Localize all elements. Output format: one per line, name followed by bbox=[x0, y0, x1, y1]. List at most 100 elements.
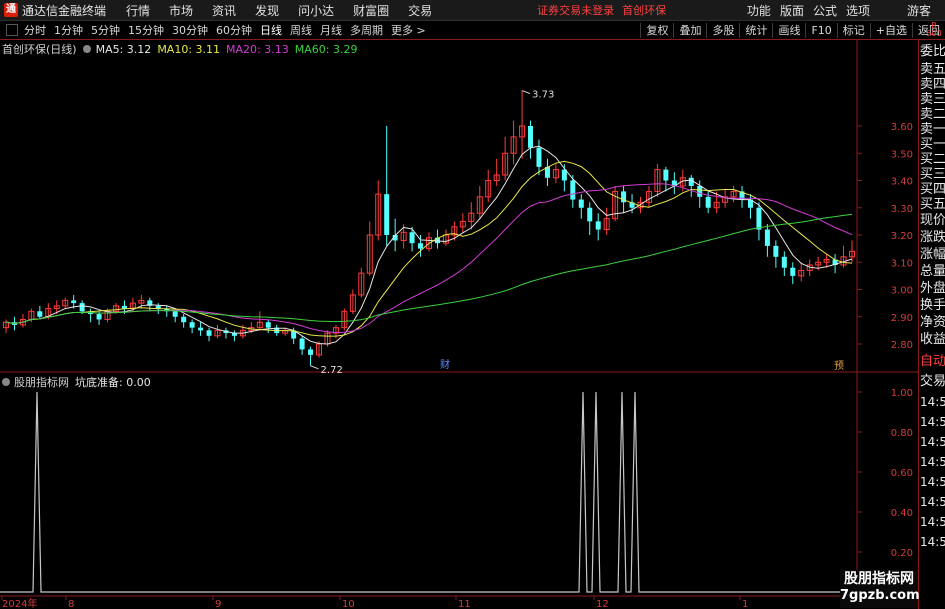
sub-ytick-label: 1.00 bbox=[891, 388, 913, 399]
candle-body-down bbox=[536, 147, 542, 167]
xtick-label: 10 bbox=[342, 599, 355, 609]
ma60-label: MA60: 3.29 bbox=[294, 42, 358, 56]
candle-body-down bbox=[299, 338, 305, 350]
candle-body-down bbox=[121, 305, 127, 309]
candle-body-down bbox=[697, 185, 703, 197]
ytick-label: 2.90 bbox=[891, 313, 913, 324]
xtick-label: 1 bbox=[742, 599, 748, 609]
corner-badge-line2: 500 bbox=[926, 29, 942, 38]
side-time-2: 14:56 bbox=[920, 415, 945, 429]
candle-body-down bbox=[570, 180, 576, 200]
sub-chart-title: 股朋指标网 bbox=[14, 376, 69, 389]
side-label-netasset: 净资 bbox=[920, 315, 945, 330]
ytick-label: 3.00 bbox=[891, 286, 913, 297]
ytick-label: 3.50 bbox=[891, 149, 913, 160]
watermark: 股朋指标网 7gpzb.com bbox=[840, 570, 920, 608]
high-pointer bbox=[521, 90, 531, 95]
watermark-line1: 股朋指标网 bbox=[844, 571, 914, 587]
side-label-sell1: 卖一 bbox=[920, 122, 945, 137]
candle-body-down bbox=[688, 177, 694, 186]
candle-body-down bbox=[587, 207, 593, 222]
candle-body-down bbox=[409, 232, 415, 244]
side-label-price: 现价 bbox=[920, 213, 945, 228]
side-label-buy4: 买四 bbox=[920, 182, 945, 197]
side-label-turnover: 换手 bbox=[920, 298, 945, 313]
side-auto[interactable]: 自动 bbox=[919, 352, 945, 372]
xtick-label: 2024年 bbox=[2, 597, 37, 609]
candle-body-down bbox=[79, 303, 85, 312]
ma20-label: MA20: 3.13 bbox=[226, 42, 289, 56]
chart-title: 首创环保(日线) bbox=[2, 43, 77, 56]
kline-chart[interactable]: 3.60 3.50 3.40 3.30 3.20 3.10 3.00 2.90 2.80 1.00… bbox=[0, 0, 918, 609]
side-time-3: 14:56 bbox=[920, 435, 945, 449]
candle-body-down bbox=[206, 330, 212, 336]
side-label-buy1: 买一 bbox=[920, 137, 945, 152]
candle-body-down bbox=[764, 229, 770, 246]
side-label-earnings: 收益 bbox=[920, 332, 945, 347]
candle-body-down bbox=[181, 316, 187, 323]
ytick-label: 3.10 bbox=[891, 258, 913, 269]
ytick-label: 2.80 bbox=[891, 340, 913, 351]
side-label-sell3: 卖三 bbox=[920, 92, 945, 107]
candle-body-down bbox=[155, 305, 161, 309]
side-label-buy5: 买五 bbox=[920, 197, 945, 212]
candle-body-down bbox=[198, 327, 204, 331]
sub-ytick-label: 0.80 bbox=[891, 428, 913, 439]
candle-body-down bbox=[384, 194, 390, 235]
corner-badge: R 500 bbox=[924, 22, 944, 38]
xtick-label: 11 bbox=[458, 599, 471, 609]
xtick-label: 9 bbox=[215, 599, 221, 609]
candle-body-down bbox=[705, 196, 711, 208]
sub-settings-dot-icon[interactable] bbox=[2, 378, 10, 386]
high-label: 3.73 bbox=[532, 90, 554, 101]
side-label-buy3: 买三 bbox=[920, 167, 945, 182]
settings-dot-icon[interactable] bbox=[82, 45, 91, 53]
ytick-label: 3.40 bbox=[891, 177, 913, 188]
candle-body-down bbox=[172, 311, 178, 317]
candle-body-down bbox=[663, 169, 669, 181]
low-pointer bbox=[310, 365, 319, 370]
candle-body-down bbox=[578, 199, 584, 208]
side-label-sell4: 卖四 bbox=[920, 77, 945, 92]
sub-chart-header: 股朋指标网 坑底准备: 0.00 bbox=[2, 375, 151, 389]
side-time-1: 14:56 bbox=[920, 395, 945, 409]
candle-body-down bbox=[96, 314, 102, 320]
ma10-label: MA10: 3.11 bbox=[157, 42, 221, 56]
quote-side-panel: 委比 卖五 卖四 卖三 卖二 卖一 买一 买二 买三 买四 买五 现价 涨跌 涨… bbox=[918, 40, 945, 609]
ytick-label: 3.30 bbox=[891, 204, 913, 215]
indicator-value: 坑底准备: 0.00 bbox=[75, 376, 151, 389]
candle-body-down bbox=[773, 245, 779, 257]
side-trade[interactable]: 交易 bbox=[919, 372, 945, 392]
side-time-4: 14:56 bbox=[920, 455, 945, 469]
main-chart-header: 首创环保(日线) MA5: 3.12 MA10: 3.11 MA20: 3.13… bbox=[2, 42, 363, 57]
event-marker-forecast: 预 bbox=[834, 360, 844, 372]
ytick-label: 3.60 bbox=[891, 122, 913, 133]
candle-body-down bbox=[37, 311, 43, 317]
ytick-label: 3.20 bbox=[891, 231, 913, 242]
side-label-sell2: 卖二 bbox=[920, 107, 945, 122]
side-time-8: 14:56 bbox=[920, 535, 945, 549]
candle-body-down bbox=[189, 322, 195, 328]
side-label-buy2: 买二 bbox=[920, 152, 945, 167]
side-label-volume: 总量 bbox=[920, 264, 945, 279]
sub-ytick-label: 0.60 bbox=[891, 468, 913, 479]
sub-ytick-label: 0.40 bbox=[891, 508, 913, 519]
candle-body-down bbox=[781, 256, 787, 268]
candle-body-down bbox=[308, 349, 314, 355]
candle-body-down bbox=[790, 267, 796, 276]
xtick-label: 12 bbox=[596, 599, 609, 609]
side-label-change: 涨跌 bbox=[920, 230, 945, 245]
side-label-weibi: 委比 bbox=[920, 44, 945, 59]
event-marker-finance: 财 bbox=[440, 358, 450, 371]
candle-body-down bbox=[71, 300, 77, 304]
candle-body-down bbox=[756, 207, 762, 230]
sub-ytick-label: 0.20 bbox=[891, 548, 913, 559]
side-time-5: 14:56 bbox=[920, 475, 945, 489]
side-time-7: 14:56 bbox=[920, 515, 945, 529]
candle-body-down bbox=[528, 126, 534, 148]
candle-body-down bbox=[595, 221, 601, 230]
side-label-sell5: 卖五 bbox=[920, 62, 945, 77]
side-label-outer: 外盘 bbox=[920, 281, 945, 296]
signal-line bbox=[0, 391, 857, 593]
ma5-label: MA5: 3.12 bbox=[95, 42, 152, 56]
